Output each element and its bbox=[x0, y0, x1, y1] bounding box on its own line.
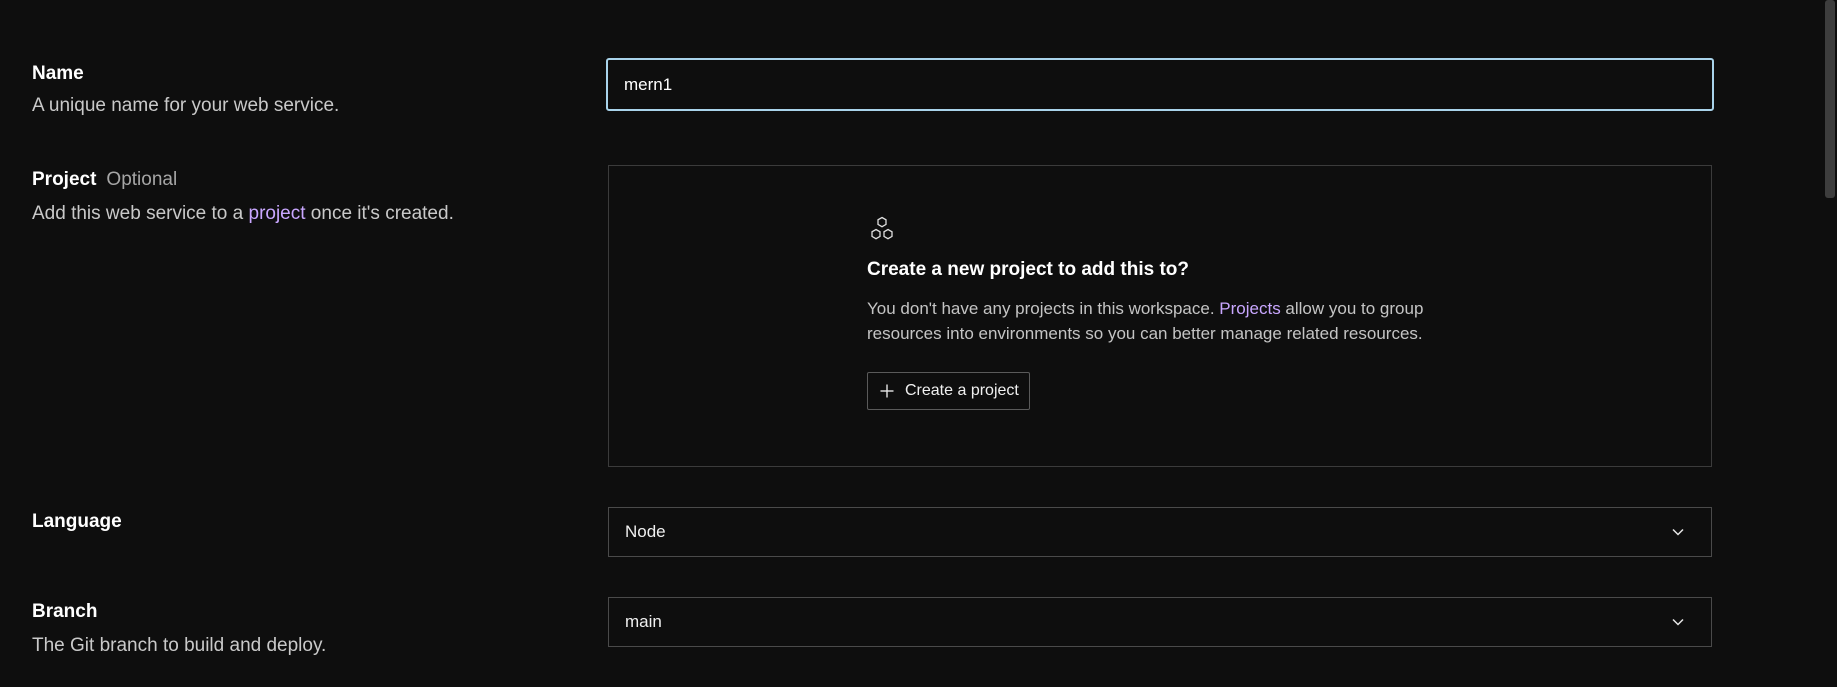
empty-state-description: You don't have any projects in this work… bbox=[867, 296, 1437, 346]
branch-select[interactable]: main bbox=[608, 597, 1712, 647]
language-select[interactable]: Node bbox=[608, 507, 1712, 557]
optional-tag: Optional bbox=[106, 169, 178, 190]
project-title-row: Project Optional bbox=[32, 168, 454, 192]
project-title: Project bbox=[32, 169, 97, 190]
language-value: Node bbox=[625, 522, 666, 541]
branch-description: The Git branch to build and deploy. bbox=[32, 635, 327, 656]
hexagons-icon bbox=[871, 216, 893, 240]
branch-title: Branch bbox=[32, 601, 98, 622]
project-label-block: Project Optional Add this web service to … bbox=[32, 168, 454, 226]
empty-state-desc-text: You don't have any projects in this work… bbox=[867, 299, 1220, 318]
branch-label-block: Branch The Git branch to build and deplo… bbox=[32, 600, 326, 658]
projects-link[interactable]: Projects bbox=[1219, 299, 1280, 318]
create-web-service-form: Name A unique name for your web service.… bbox=[0, 0, 1837, 687]
language-title: Language bbox=[32, 511, 122, 532]
name-title: Name bbox=[32, 63, 84, 84]
scrollbar-thumb[interactable] bbox=[1825, 0, 1835, 198]
language-label-block: Language bbox=[32, 510, 122, 534]
project-empty-state: Create a new project to add this to? You… bbox=[608, 165, 1712, 467]
empty-state-title: Create a new project to add this to? bbox=[867, 259, 1189, 280]
chevron-down-icon bbox=[1672, 618, 1684, 626]
project-description-text-end: once it's created. bbox=[305, 203, 454, 224]
project-description: Add this web service to a project once i… bbox=[32, 202, 454, 226]
chevron-down-icon bbox=[1672, 528, 1684, 536]
project-empty-content: Create a new project to add this to? You… bbox=[867, 216, 1447, 410]
branch-value: main bbox=[625, 612, 662, 631]
plus-icon bbox=[880, 384, 894, 398]
create-project-button[interactable]: Create a project bbox=[867, 372, 1030, 410]
name-label-block: Name A unique name for your web service. bbox=[32, 62, 339, 118]
name-description: A unique name for your web service. bbox=[32, 95, 340, 116]
name-input[interactable] bbox=[606, 58, 1714, 111]
create-project-label: Create a project bbox=[905, 382, 1019, 399]
scrollbar[interactable] bbox=[1823, 0, 1837, 687]
project-link[interactable]: project bbox=[249, 203, 306, 224]
project-description-text: Add this web service to a bbox=[32, 203, 249, 224]
